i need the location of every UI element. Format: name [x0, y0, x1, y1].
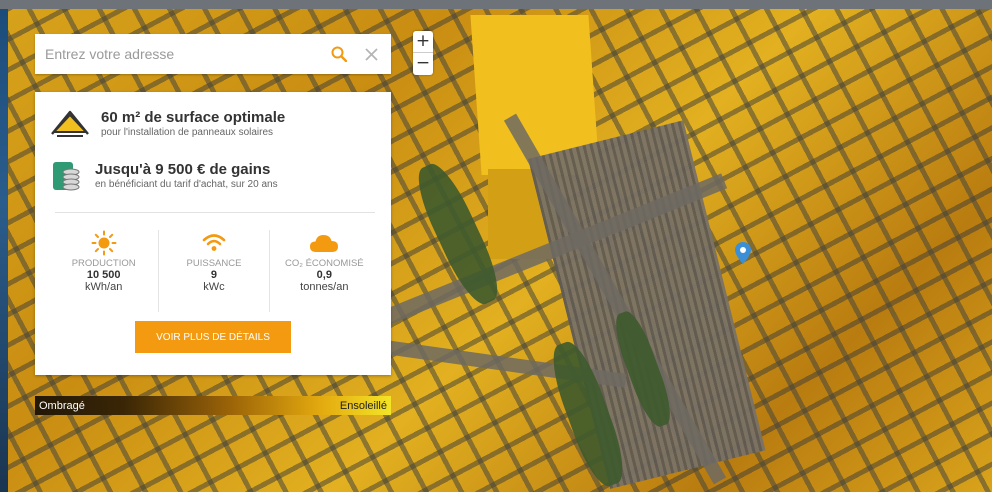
stat-label: PRODUCTION: [71, 258, 136, 269]
address-search-bar: [35, 34, 391, 74]
close-icon[interactable]: [359, 42, 383, 66]
legend-shaded-label: Ombragé: [39, 399, 85, 412]
cloud-icon: [270, 230, 379, 256]
surface-title: 60 m² de surface optimale: [101, 108, 286, 126]
stat-unit: kWh/an: [85, 281, 123, 293]
app-window: + − 60 m² de surface optimale pour l'ins…: [0, 0, 992, 492]
stat-co2: CO₂ ÉCONOMISÉ 0,9 tonnes/an: [270, 230, 379, 312]
gains-subtitle: en bénéficiant du tarif d'achat, sur 20 …: [95, 178, 278, 190]
roof-icon: [51, 106, 89, 140]
stat-unit: tonnes/an: [300, 281, 349, 293]
surface-subtitle: pour l'installation de panneaux solaires: [101, 126, 274, 138]
stat-unit: kWc: [203, 281, 225, 293]
zoom-in-button[interactable]: +: [413, 31, 433, 53]
zoom-out-button[interactable]: −: [413, 53, 433, 74]
sun-icon: [49, 230, 158, 256]
legend-sunny-label: Ensoleillé: [339, 399, 387, 412]
divider: [55, 212, 375, 213]
results-panel: 60 m² de surface optimale pour l'install…: [35, 92, 391, 375]
address-search-input[interactable]: [35, 35, 327, 73]
stat-value: 9: [210, 269, 218, 281]
details-button[interactable]: VOIR PLUS DE DÉTAILS: [135, 321, 291, 353]
stat-label: CO₂ ÉCONOMISÉ: [285, 258, 364, 269]
gains-title: Jusqu'à 9 500 € de gains: [95, 160, 271, 178]
map-railway: [528, 120, 766, 489]
zoom-control: + −: [413, 31, 433, 75]
left-edge: [0, 9, 8, 492]
search-icon[interactable]: [327, 42, 351, 66]
gains-summary: Jusqu'à 9 500 € de gains en bénéficiant …: [51, 158, 278, 192]
top-bar: [0, 0, 992, 9]
surface-summary: 60 m² de surface optimale pour l'install…: [51, 106, 285, 140]
wifi-icon: [159, 230, 268, 256]
stat-value: 0,9: [316, 269, 332, 281]
stat-production: PRODUCTION 10 500 kWh/an: [49, 230, 160, 312]
location-pin-icon[interactable]: [735, 242, 751, 264]
stat-label: PUISSANCE: [186, 258, 242, 269]
sunshine-legend: Ombragé Ensoleillé: [35, 396, 391, 415]
stats-row: PRODUCTION 10 500 kWh/an PUISSANCE 9 kWc…: [49, 230, 379, 312]
coins-icon: [51, 158, 81, 192]
stat-power: PUISSANCE 9 kWc: [159, 230, 270, 312]
stat-value: 10 500: [86, 269, 121, 281]
